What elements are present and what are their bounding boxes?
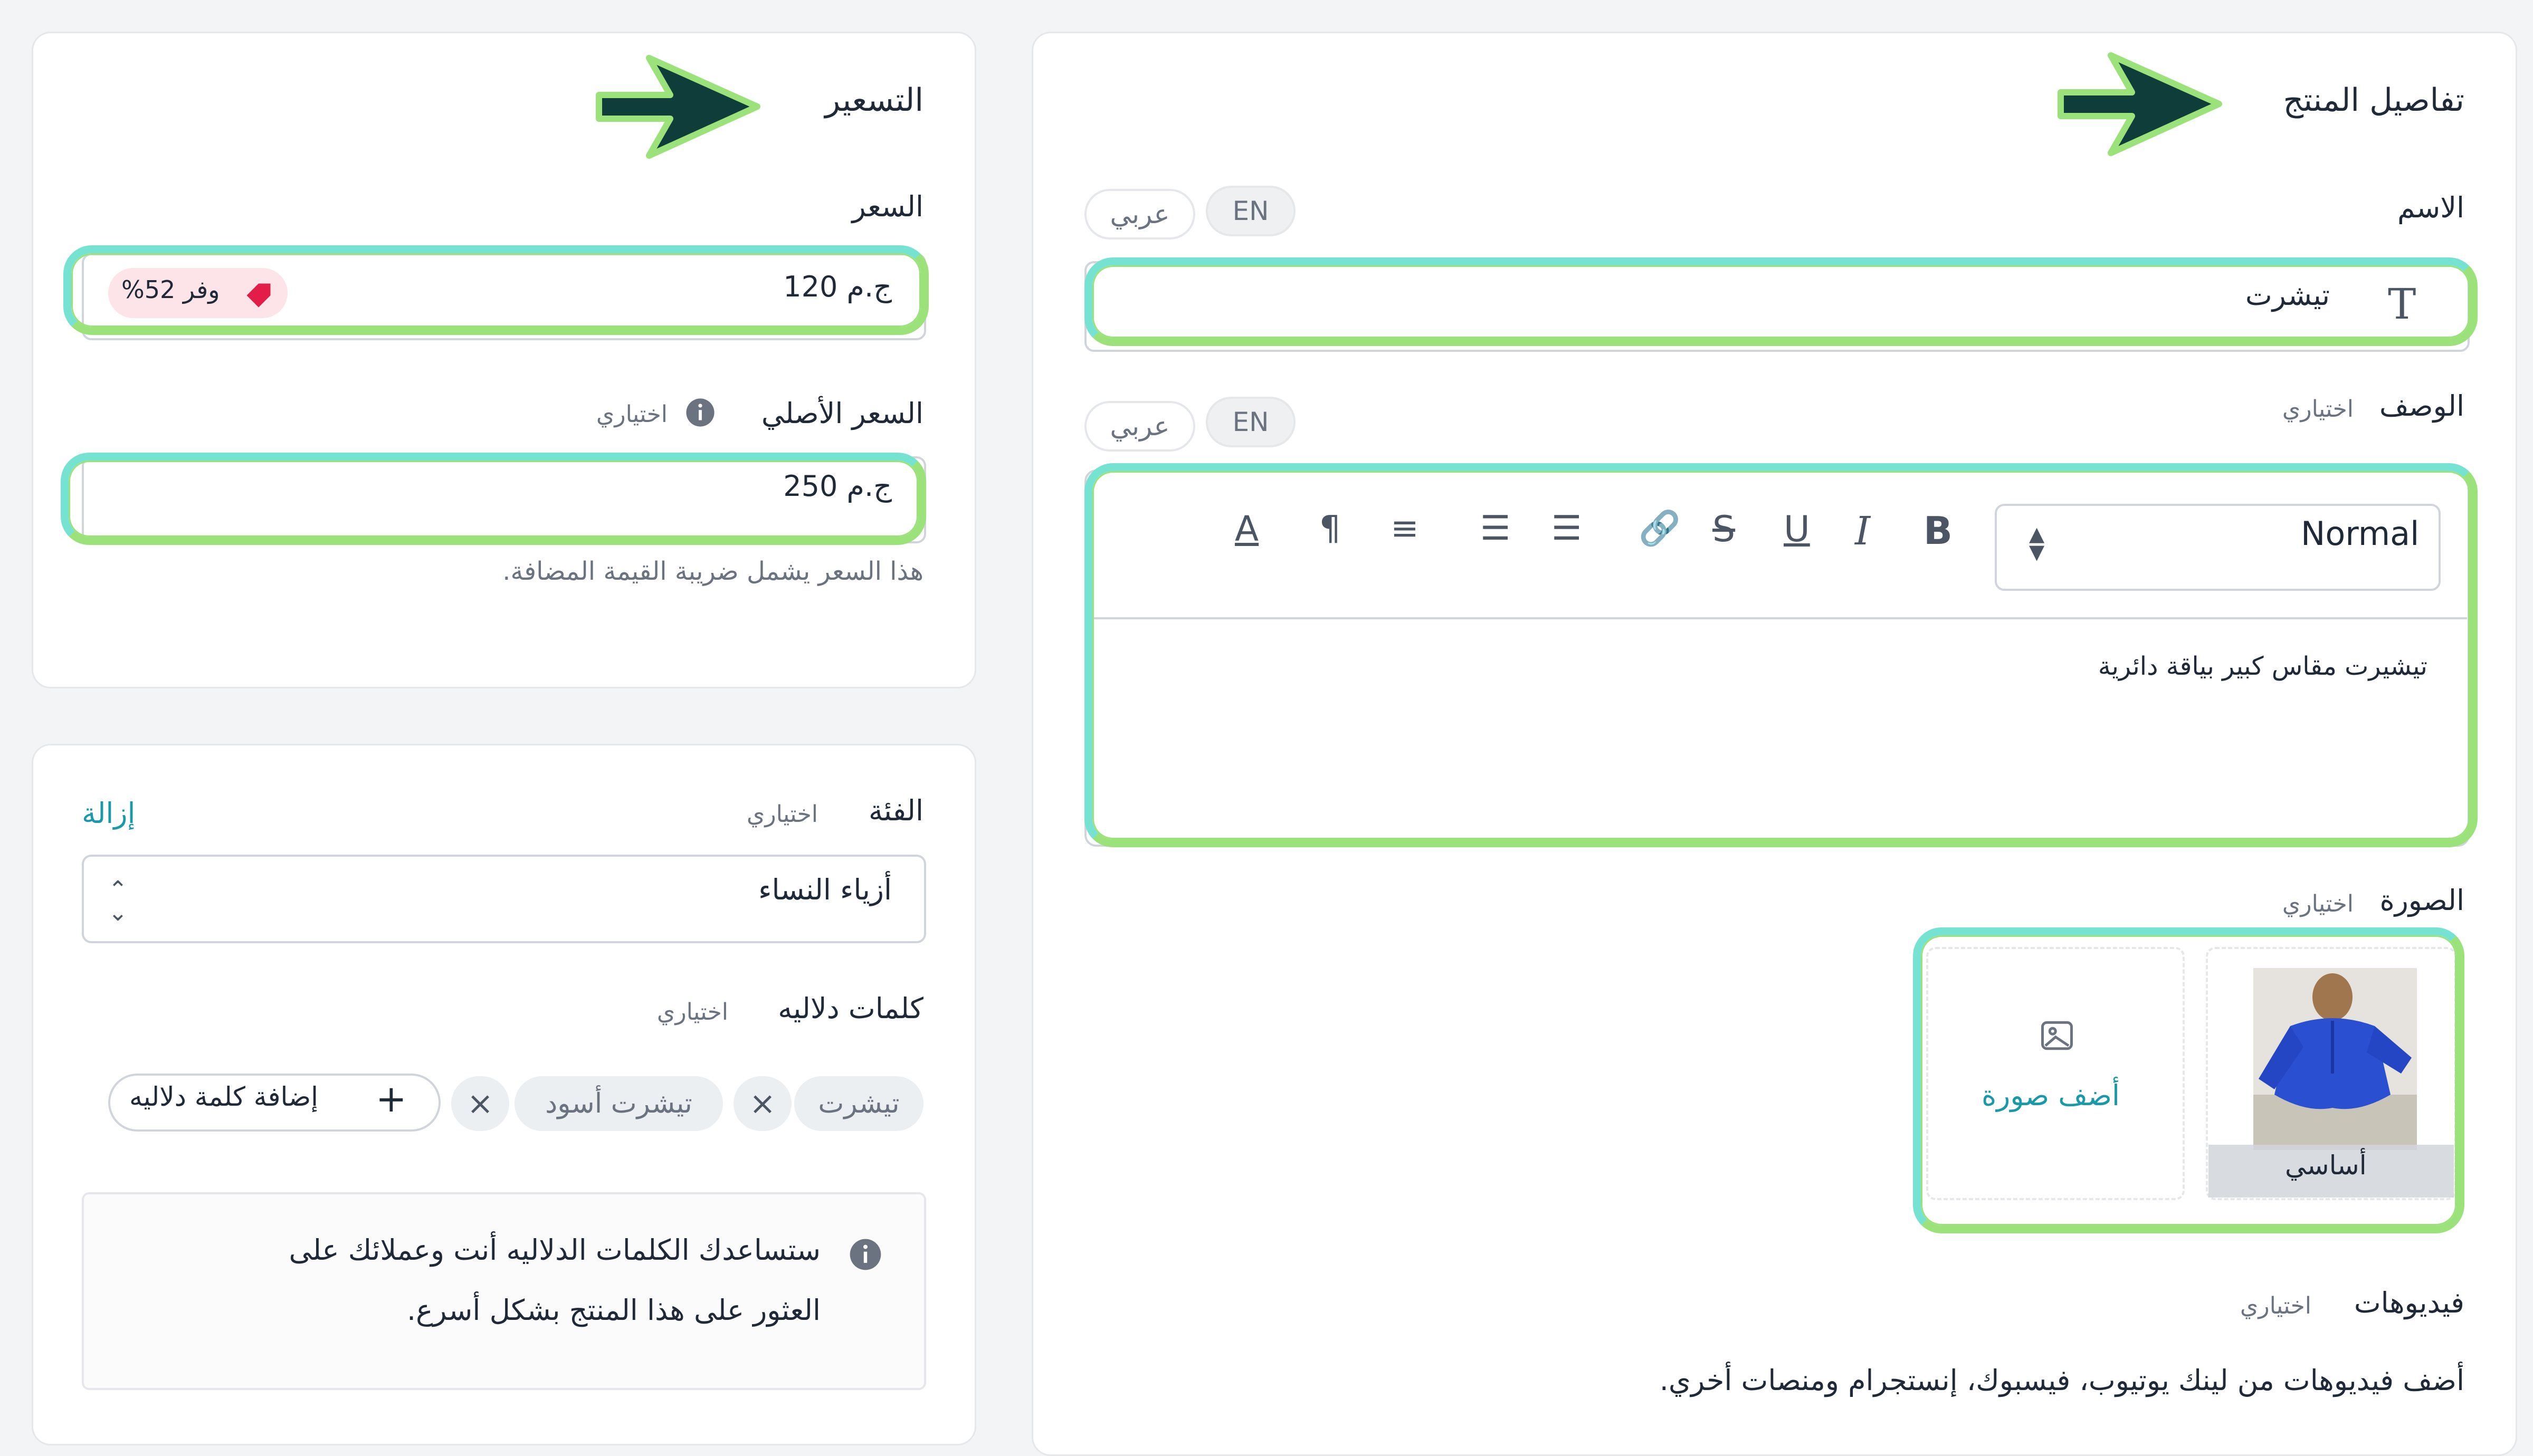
keyword-chip-label: تيشرت xyxy=(818,1088,900,1119)
category-label: الفئة xyxy=(868,794,923,827)
underline-icon[interactable]: U xyxy=(1784,512,1810,548)
tag-icon xyxy=(246,283,271,308)
pricing-title: التسعير xyxy=(825,82,923,119)
add-image-label[interactable]: أضف صورة xyxy=(1982,1079,2120,1112)
bold-icon[interactable]: B xyxy=(1923,512,1953,550)
category-optional: اختياري xyxy=(746,801,818,828)
desc-lang-ar-button[interactable]: عربي xyxy=(1084,401,1195,452)
bullet-list-icon[interactable]: ☰ xyxy=(1480,512,1510,545)
description-text: تيشيرت مقاس كبير بياقة دائرية xyxy=(2098,652,2427,681)
description-optional: اختياري xyxy=(2282,396,2354,423)
product-image xyxy=(2253,968,2417,1150)
keywords-optional: اختياري xyxy=(656,999,728,1026)
image-label: الصورة xyxy=(2379,884,2464,917)
keywords-info-line1: ستساعدك الكلمات الدلاليه أنت وعملائك على xyxy=(289,1233,821,1267)
image-placeholder-icon xyxy=(2041,1021,2073,1050)
keywords-label: كلمات دلاليه xyxy=(778,992,923,1025)
videos-optional: اختياري xyxy=(2240,1292,2311,1319)
align-icon[interactable]: ≡ xyxy=(1391,512,1419,545)
format-select-value: Normal xyxy=(2301,514,2420,553)
primary-caption: أساسي xyxy=(2285,1150,2367,1181)
original-price-hint: هذا السعر يشمل ضريبة القيمة المضافة. xyxy=(502,557,923,586)
name-label: الاسم xyxy=(2397,191,2464,224)
pointer-arrow-icon-2 xyxy=(596,55,760,159)
keyword-chip: تيشرت xyxy=(794,1076,923,1131)
lang-en-button[interactable]: EN xyxy=(1206,186,1296,236)
pricing-card xyxy=(32,32,976,688)
product-details-title: تفاصيل المنتج xyxy=(2283,82,2464,119)
keyword-chip: تيشرت أسود xyxy=(515,1076,723,1131)
add-keyword-label: إضافة كلمة دلاليه xyxy=(129,1081,319,1112)
image-optional: اختياري xyxy=(2282,890,2354,917)
price-label: السعر xyxy=(852,190,923,223)
videos-hint: أضف فيديوهات من لينك يوتيوب، فيسبوك، إنس… xyxy=(1659,1364,2464,1397)
editor-toolbar-divider xyxy=(1087,617,2467,619)
text-type-icon: T xyxy=(2388,280,2416,329)
keyword-chip-label: تيشرت أسود xyxy=(545,1088,692,1119)
keywords-info-line2: العثور على هذا المنتج بشكل أسرع. xyxy=(406,1294,821,1327)
plus-icon: + xyxy=(376,1077,407,1120)
text-direction-icon[interactable]: ¶ xyxy=(1319,512,1341,545)
category-value: أزياء النساء xyxy=(758,873,892,906)
pointer-arrow-icon xyxy=(2058,52,2222,156)
original-price-optional: اختياري xyxy=(596,401,668,428)
lang-ar-button[interactable]: عربي xyxy=(1084,189,1195,240)
info-circle-icon xyxy=(850,1239,881,1270)
link-icon[interactable]: 🔗 xyxy=(1639,512,1681,545)
videos-label: فيديوهات xyxy=(2354,1286,2464,1319)
add-image-tile[interactable] xyxy=(1926,947,2185,1200)
remove-keyword-icon[interactable]: × xyxy=(734,1076,792,1131)
keywords-info-box xyxy=(82,1192,926,1390)
text-color-icon[interactable]: A xyxy=(1235,512,1259,547)
original-price-value: ج.م 250 xyxy=(783,470,892,503)
select-chevron-icon: ⌃ ⌄ xyxy=(108,876,128,926)
ordered-list-icon[interactable]: ☰ xyxy=(1551,512,1582,545)
select-arrows-icon: ▲ ▼ xyxy=(2029,522,2045,564)
info-icon[interactable] xyxy=(685,397,716,428)
desc-lang-en-button[interactable]: EN xyxy=(1206,397,1296,447)
italic-icon[interactable]: I xyxy=(1855,512,1870,551)
description-label: الوصف xyxy=(2379,389,2464,423)
name-value: تيشرت xyxy=(2245,279,2330,312)
category-remove-link[interactable]: إزالة xyxy=(82,797,136,830)
strikethrough-icon[interactable]: S xyxy=(1712,512,1735,548)
remove-keyword-icon[interactable]: × xyxy=(451,1076,509,1131)
price-value: ج.م 120 xyxy=(783,270,892,303)
discount-badge-text: وفر 52% xyxy=(121,275,220,304)
original-price-label: السعر الأصلي xyxy=(761,397,923,430)
